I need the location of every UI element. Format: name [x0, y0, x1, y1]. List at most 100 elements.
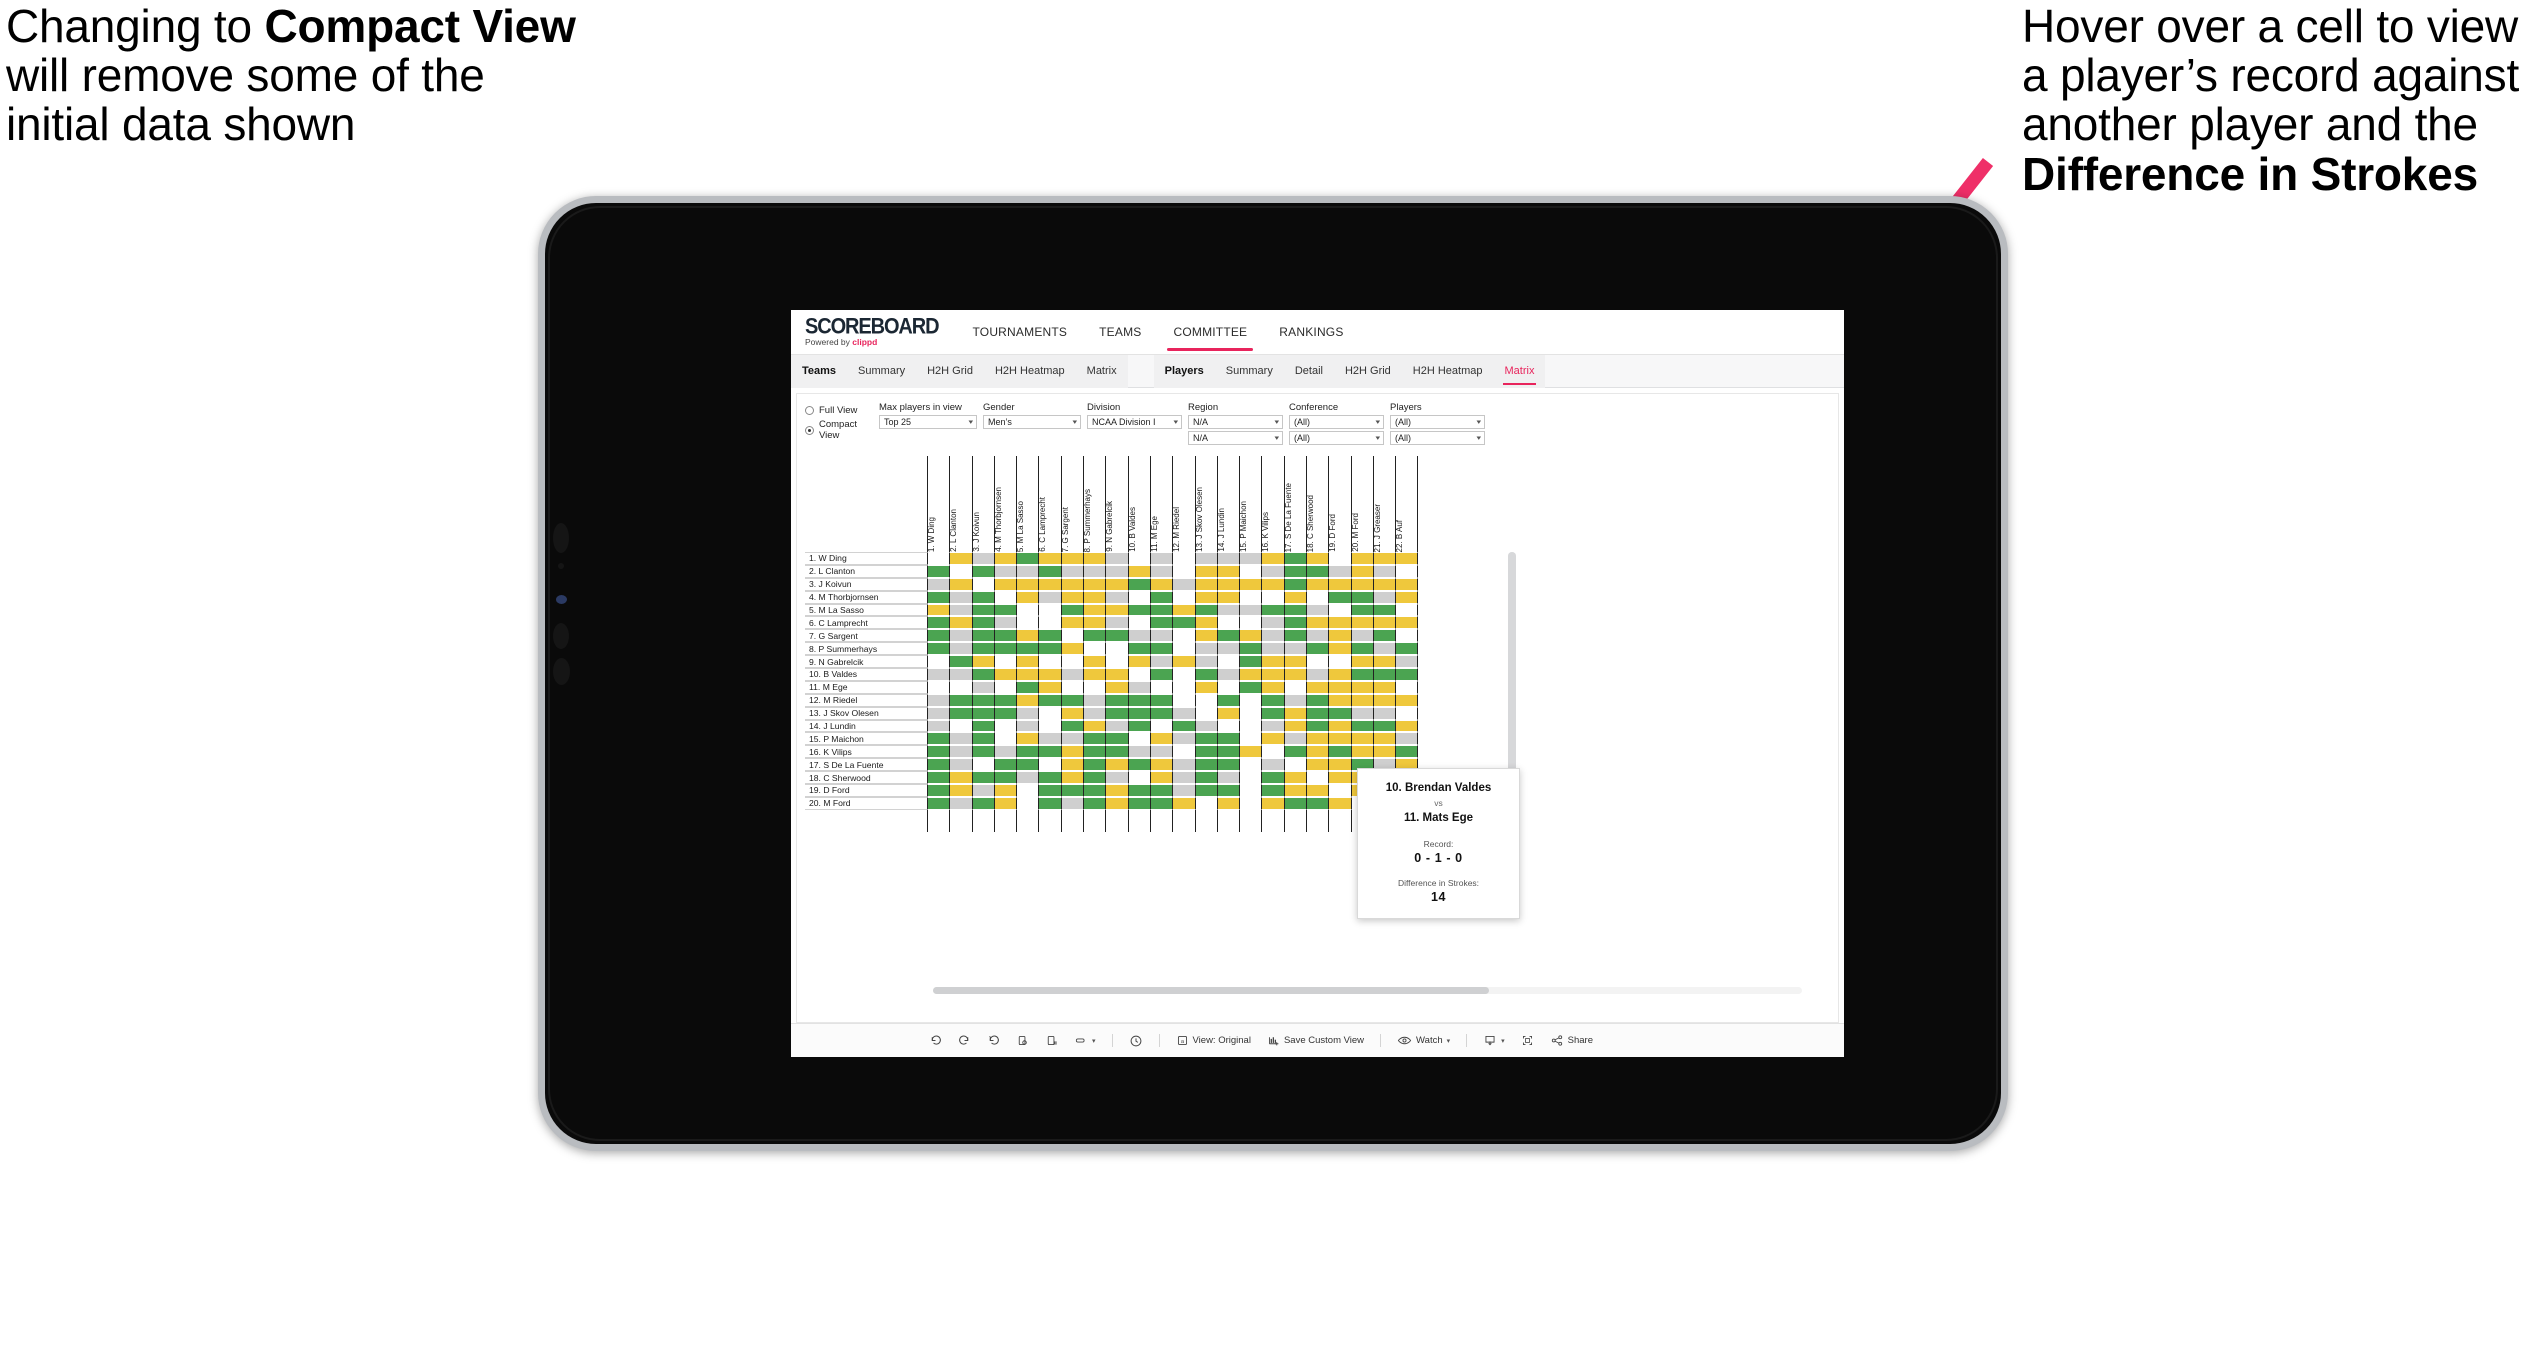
matrix-cell[interactable] — [1194, 655, 1217, 669]
matrix-cell[interactable] — [949, 706, 972, 720]
matrix-cell[interactable] — [971, 590, 994, 604]
matrix-cell[interactable] — [1172, 758, 1195, 772]
matrix-cell[interactable] — [1239, 603, 1262, 617]
matrix-cell[interactable] — [971, 693, 994, 707]
matrix-cell[interactable] — [1283, 693, 1307, 707]
matrix-cell[interactable] — [1016, 771, 1039, 785]
matrix-cell[interactable] — [993, 577, 1017, 591]
matrix-cell[interactable] — [1372, 719, 1396, 733]
matrix-cell[interactable] — [949, 784, 972, 797]
matrix-cell[interactable] — [1083, 629, 1106, 643]
matrix-cell[interactable] — [1306, 655, 1329, 669]
matrix-cell[interactable] — [1328, 680, 1351, 694]
matrix-cell[interactable] — [1283, 590, 1307, 604]
horizontal-scrollbar-thumb[interactable] — [933, 987, 1490, 994]
matrix-cell[interactable] — [1149, 564, 1173, 578]
matrix-cell[interactable] — [1350, 590, 1373, 604]
matrix-cell[interactable] — [1261, 616, 1284, 630]
matrix-cell[interactable] — [1239, 771, 1262, 785]
matrix-cell[interactable] — [1306, 629, 1329, 643]
matrix-cell[interactable] — [1060, 552, 1084, 565]
matrix-cell[interactable] — [1038, 719, 1061, 733]
matrix-cell[interactable] — [949, 732, 972, 746]
matrix-cell[interactable] — [1216, 745, 1240, 759]
matrix-cell[interactable] — [1261, 680, 1284, 694]
matrix-cell[interactable] — [1060, 758, 1084, 772]
matrix-cell[interactable] — [1395, 552, 1418, 565]
radio-compact-view[interactable]: Compact View — [805, 419, 879, 441]
matrix-cell[interactable] — [1016, 719, 1039, 733]
matrix-cell[interactable] — [1172, 590, 1195, 604]
matrix-cell[interactable] — [1395, 745, 1418, 759]
matrix-cell[interactable] — [949, 693, 972, 707]
matrix-cell[interactable] — [927, 719, 950, 733]
matrix-cell[interactable] — [1350, 629, 1373, 643]
matrix-cell[interactable] — [1016, 642, 1039, 656]
save-custom-view-button[interactable]: Save Custom View — [1259, 1024, 1372, 1058]
matrix-cell[interactable] — [949, 590, 972, 604]
matrix-cell[interactable] — [1172, 577, 1195, 591]
matrix-cell[interactable] — [1239, 655, 1262, 669]
matrix-cell[interactable] — [993, 680, 1017, 694]
matrix-cell[interactable] — [1194, 719, 1217, 733]
matrix-cell[interactable] — [1194, 771, 1217, 785]
fullscreen-button[interactable] — [1513, 1024, 1542, 1058]
matrix-cell[interactable] — [1149, 629, 1173, 643]
matrix-cell[interactable] — [1127, 706, 1150, 720]
matrix-cell[interactable] — [1372, 629, 1396, 643]
matrix-cell[interactable] — [1216, 616, 1240, 630]
matrix-cell[interactable] — [1194, 796, 1217, 810]
matrix-cell[interactable] — [1216, 577, 1240, 591]
matrix-cell[interactable] — [1283, 758, 1307, 772]
matrix-cell[interactable] — [949, 616, 972, 630]
matrix-cell[interactable] — [1395, 564, 1418, 578]
matrix-cell[interactable] — [1395, 706, 1418, 720]
matrix-cell[interactable] — [1083, 564, 1106, 578]
matrix-cell[interactable] — [1194, 758, 1217, 772]
matrix-cell[interactable] — [949, 603, 972, 617]
matrix-cell[interactable] — [1328, 784, 1351, 797]
matrix-cell[interactable] — [1127, 642, 1150, 656]
matrix-cell[interactable] — [949, 796, 972, 810]
matrix-cell[interactable] — [1060, 629, 1084, 643]
matrix-cell[interactable] — [1328, 629, 1351, 643]
matrix-cell[interactable] — [1283, 552, 1307, 565]
matrix-cell[interactable] — [1328, 603, 1351, 617]
matrix-cell[interactable] — [1261, 796, 1284, 810]
matrix-cell[interactable] — [1350, 719, 1373, 733]
select-region[interactable]: N/A ▾ — [1188, 415, 1283, 429]
matrix-cell[interactable] — [1149, 577, 1173, 591]
matrix-cell[interactable] — [1083, 590, 1106, 604]
matrix-cell[interactable] — [927, 642, 950, 656]
matrix-cell[interactable] — [1060, 784, 1084, 797]
matrix-cell[interactable] — [1149, 771, 1173, 785]
matrix-cell[interactable] — [1328, 706, 1351, 720]
tab-players-h2h-grid[interactable]: H2H Grid — [1334, 355, 1402, 388]
matrix-cell[interactable] — [1083, 796, 1106, 810]
matrix-cell[interactable] — [1060, 693, 1084, 707]
matrix-scroll-region[interactable]: 1. W Ding 2. L Clanton 3. J Koivun 4. M Tho… — [805, 456, 1838, 1014]
matrix-cell[interactable] — [1372, 552, 1396, 565]
matrix-cell[interactable] — [993, 603, 1017, 617]
matrix-cell[interactable] — [1038, 796, 1061, 810]
matrix-cell[interactable] — [1328, 719, 1351, 733]
matrix-cell[interactable] — [993, 706, 1017, 720]
matrix-cell[interactable] — [1216, 564, 1240, 578]
matrix-cell[interactable] — [1328, 616, 1351, 630]
matrix-cell[interactable] — [1038, 642, 1061, 656]
matrix-cell[interactable] — [1261, 655, 1284, 669]
matrix-cell[interactable] — [1283, 732, 1307, 746]
matrix-cell[interactable] — [1194, 564, 1217, 578]
matrix-cell[interactable] — [1038, 577, 1061, 591]
matrix-cell[interactable] — [1306, 732, 1329, 746]
matrix-cell[interactable] — [949, 552, 972, 565]
matrix-cell[interactable] — [1239, 706, 1262, 720]
matrix-cell[interactable] — [949, 771, 972, 785]
matrix-cell[interactable] — [1395, 680, 1418, 694]
matrix-cell[interactable] — [1194, 577, 1217, 591]
matrix-cell[interactable] — [1172, 693, 1195, 707]
matrix-cell[interactable] — [927, 758, 950, 772]
matrix-cell[interactable] — [1127, 796, 1150, 810]
matrix-cell[interactable] — [971, 719, 994, 733]
matrix-cell[interactable] — [1016, 693, 1039, 707]
